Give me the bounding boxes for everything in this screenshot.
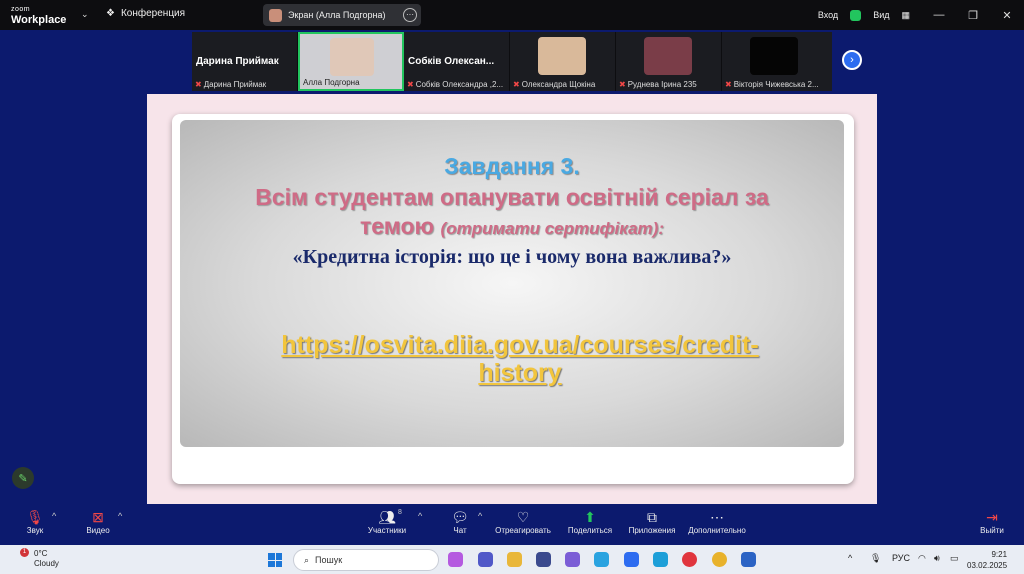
annotate-pen-icon[interactable]: ✎ (12, 467, 34, 489)
participant-video-off (750, 37, 798, 75)
chrome-icon[interactable] (712, 552, 727, 567)
mic-muted-icon: 🎙︎ (26, 509, 44, 525)
leave-button[interactable]: ⇥ Выйти (978, 508, 1006, 535)
chat-button[interactable]: 💬︎ Чат (450, 508, 470, 535)
next-page-button[interactable]: › (842, 50, 862, 70)
apps-button[interactable]: ⧉ Приложения (626, 508, 678, 535)
edge-icon[interactable] (653, 552, 668, 567)
muted-mic-icon: ✖ (725, 80, 732, 89)
muted-mic-icon: ✖ (195, 80, 202, 89)
meeting-toolbar: 🎙︎ Звук ^ ⊠ Видео ^ 👥︎ Участники 8 ^ 💬︎ … (0, 505, 1024, 545)
more-icon[interactable]: ··· (403, 8, 417, 22)
volume-icon[interactable]: 🔊︎ (934, 553, 940, 564)
video-button[interactable]: ⊠ Видео (84, 508, 112, 535)
slide-task-title: Завдання 3. (444, 153, 580, 179)
paw-icon: ❖ (106, 8, 115, 19)
wifi-icon[interactable]: ◠ (918, 553, 926, 564)
apps-icon: ⧉ (647, 509, 657, 525)
word-icon[interactable] (741, 552, 756, 567)
zoom-logo[interactable]: zoom Workplace (11, 5, 66, 26)
tray-chevron-icon[interactable]: ^ (848, 553, 852, 563)
minimize-icon[interactable]: — (922, 9, 956, 21)
participant-photo (538, 37, 586, 75)
taskbar-search[interactable]: ⌕ Пошук (293, 549, 439, 571)
audio-options-caret[interactable]: ^ (52, 511, 56, 521)
heart-icon: ♡ (516, 509, 530, 525)
weather-widget[interactable]: 1 0°C Cloudy (14, 548, 59, 569)
search-icon: ⌕ (304, 554, 310, 565)
participant-tile[interactable]: Собків Олексан... ✖ Собків Олександра ,2.… (404, 32, 510, 91)
slide-content: Завдання 3. Всім студентам опанувати осв… (180, 120, 844, 447)
participants-options-caret[interactable]: ^ (418, 511, 422, 521)
copilot-icon[interactable] (448, 552, 463, 567)
opera-icon[interactable] (682, 552, 697, 567)
participant-photo (644, 37, 692, 75)
leave-icon: ⇥ (986, 509, 998, 525)
participant-strip: Дарина Приймак ✖ Дарина Приймак Алла Подг… (192, 32, 832, 91)
react-button[interactable]: ♡ Отреагировать (494, 508, 552, 535)
muted-mic-icon: ✖ (513, 80, 520, 89)
conference-menu[interactable]: ❖ Конференция (106, 8, 185, 19)
chevron-down-icon[interactable]: ⌄ (81, 9, 89, 20)
video-options-caret[interactable]: ^ (118, 511, 122, 521)
windows-start-icon[interactable] (268, 553, 282, 567)
participants-count: 8 (398, 509, 402, 516)
login-button[interactable]: Вход (818, 10, 838, 20)
participant-tile-active[interactable]: Алла Подгорна (298, 32, 404, 91)
telegram-icon[interactable] (594, 552, 609, 567)
muted-mic-icon: ✖ (619, 80, 626, 89)
viber-icon[interactable] (565, 552, 580, 567)
participant-tile[interactable]: ✖ Вікторія Чижевська 2... (722, 32, 828, 91)
participant-tile[interactable]: ✖ Олександра Щокіна (510, 32, 616, 91)
avatar (269, 8, 282, 22)
zoom-taskbar-icon[interactable] (624, 552, 639, 567)
share-button[interactable]: ⬆ Поделиться (566, 508, 614, 535)
windows-taskbar: 1 0°C Cloudy ⌕ Пошук ^ 🎙︎ РУС ◠ 🔊︎ ▭ 9:2… (0, 545, 1024, 574)
video-off-icon: ⊠ (92, 509, 104, 525)
more-button[interactable]: ⋯ Дополнительно (686, 508, 748, 535)
share-screen-icon: ⬆ (584, 509, 596, 525)
slide-course-title: «Кредитна історія: що це і чому вона важ… (292, 246, 732, 268)
participant-video (330, 38, 374, 76)
language-indicator[interactable]: РУС (892, 553, 910, 563)
notification-badge: 1 (20, 548, 29, 557)
taskview-icon[interactable] (536, 552, 551, 567)
battery-icon[interactable]: ▭ (950, 553, 959, 564)
slide-link: https://osvita.diia.gov.ua/courses/credi… (281, 331, 759, 387)
chat-icon: 💬︎ (451, 509, 469, 525)
screen-share-pill[interactable]: Экран (Алла Подгорна) ··· (263, 4, 421, 26)
view-button[interactable]: Вид (873, 10, 889, 20)
file-explorer-icon[interactable] (507, 552, 522, 567)
muted-mic-icon: ✖ (407, 80, 414, 89)
teams-icon[interactable] (478, 552, 493, 567)
view-grid-icon[interactable]: ▦ (901, 10, 910, 21)
slide-instruction-2: темою (отримати сертифікат): (359, 213, 664, 239)
title-bar: zoom Workplace ⌄ ❖ Конференция Экран (Ал… (0, 0, 1024, 30)
chat-options-caret[interactable]: ^ (478, 511, 482, 521)
slide-instruction: Всім студентам опанувати освітній серіал… (255, 184, 769, 210)
taskbar-clock[interactable]: 9:21 03.02.2025 (967, 549, 1007, 571)
restore-icon[interactable]: ❐ (956, 9, 990, 22)
close-icon[interactable]: ✕ (990, 9, 1024, 22)
audio-button[interactable]: 🎙︎ Звук (22, 508, 48, 535)
shield-icon[interactable] (850, 9, 862, 21)
participant-tile[interactable]: Дарина Приймак ✖ Дарина Приймак (192, 32, 298, 91)
more-icon: ⋯ (710, 509, 724, 525)
mic-icon[interactable]: 🎙︎ (870, 553, 881, 564)
participant-tile[interactable]: ✖ Руднева Ірина 235 (616, 32, 722, 91)
